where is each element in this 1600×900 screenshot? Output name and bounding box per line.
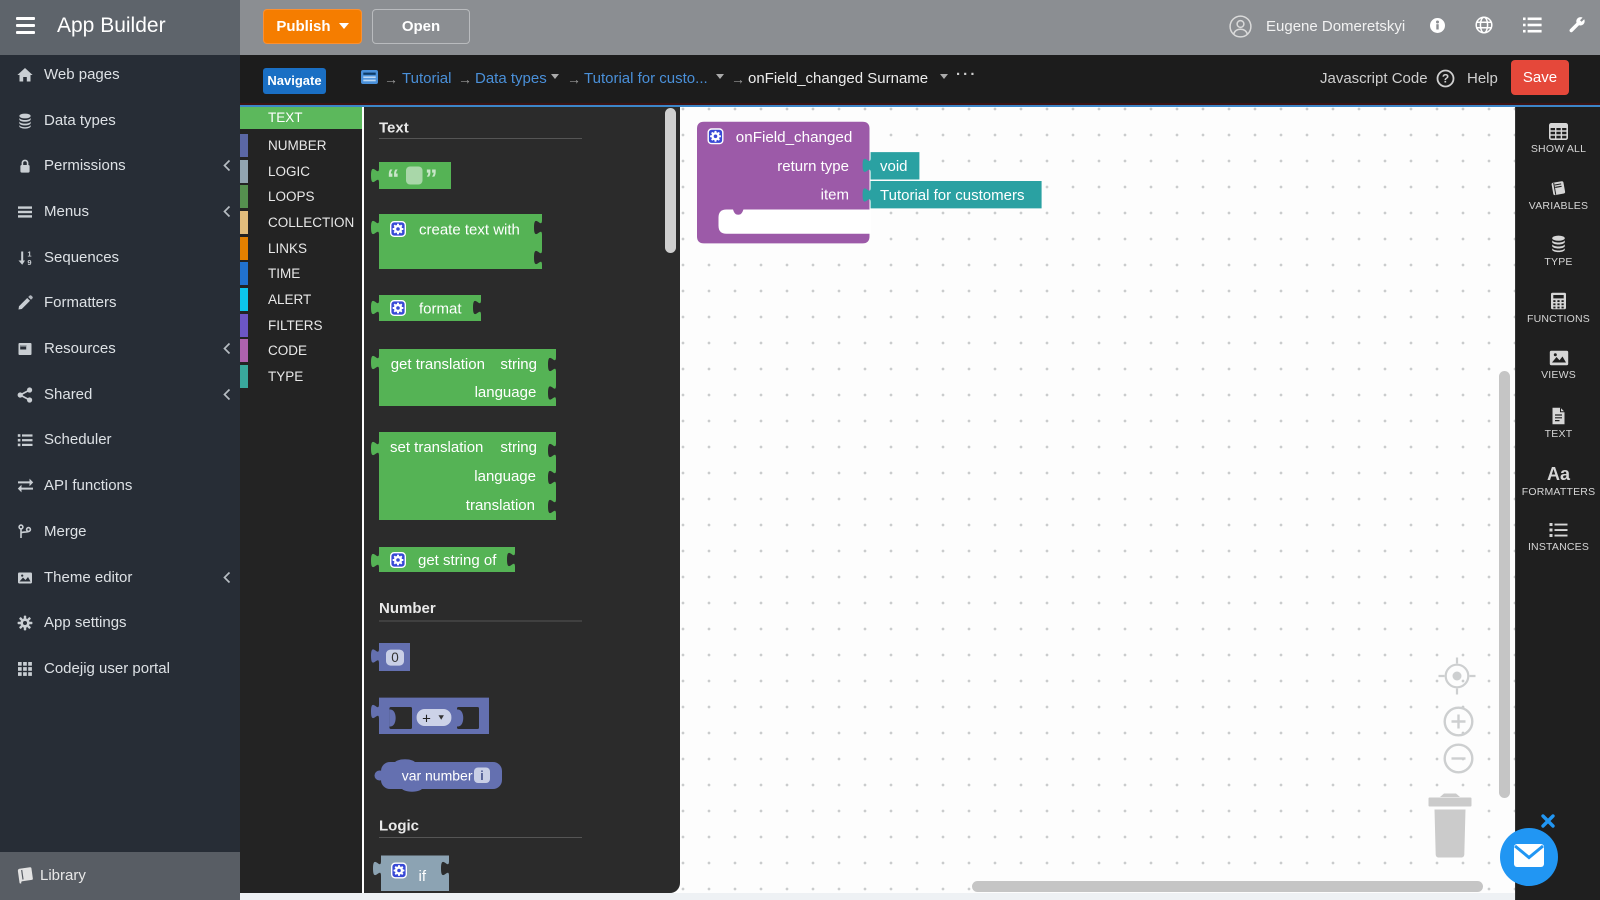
svg-text:translation: translation [466,497,535,514]
svg-text:”: ” [425,165,438,193]
svg-text:create text with: create text with [419,222,520,239]
svg-text:Text: Text [379,119,409,136]
svg-text:?: ? [1442,72,1449,86]
svg-text:“: “ [387,165,400,193]
svg-text:onField_changed: onField_changed [736,129,853,146]
svg-text:get translation: get translation [391,356,485,373]
svg-text:language: language [475,384,537,401]
svg-text:item: item [821,186,849,203]
svg-text:9: 9 [27,258,31,266]
svg-text:var number: var number [402,768,473,784]
svg-text:Number: Number [379,600,436,617]
svg-text:language: language [474,468,536,485]
svg-text:format: format [419,301,462,318]
svg-text:return type: return type [777,158,849,175]
svg-text:0: 0 [391,650,399,665]
svg-text:string: string [500,356,537,373]
svg-text:set translation: set translation [390,439,483,456]
svg-text:i: i [480,769,483,783]
svg-text:void: void [880,158,908,175]
svg-text:if: if [419,868,427,885]
svg-text:Tutorial for customers: Tutorial for customers [880,187,1025,204]
svg-text:Logic: Logic [379,818,419,835]
svg-text:get string of: get string of [418,552,497,569]
svg-text:+: + [422,710,431,727]
svg-text:string: string [500,439,537,456]
